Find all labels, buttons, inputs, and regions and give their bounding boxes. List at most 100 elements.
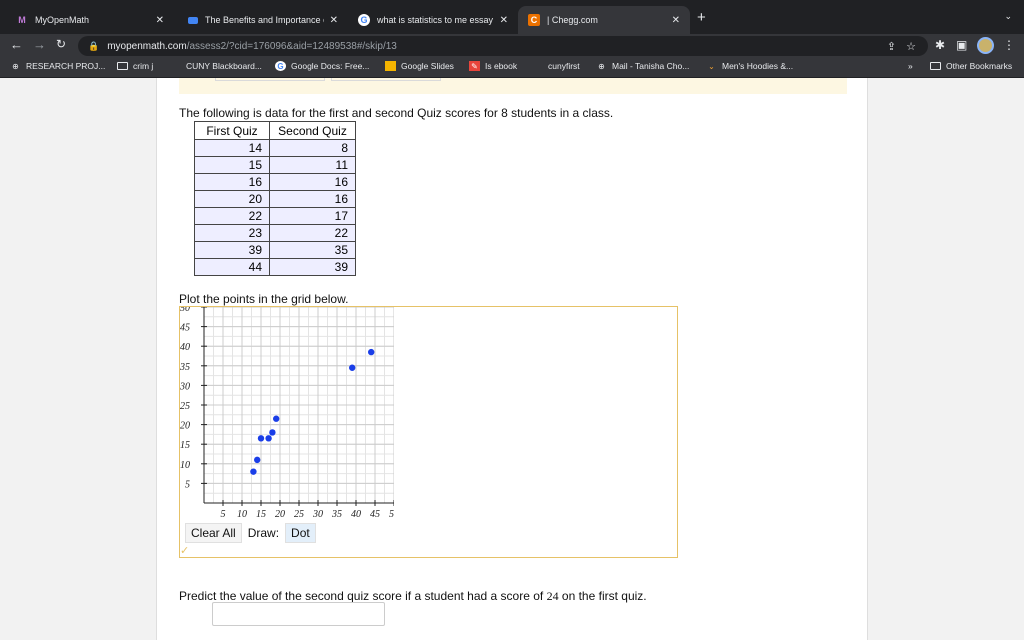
bookmark-label: Men's Hoodies &... [722,61,794,71]
bookmark-slides[interactable]: Google Slides [385,61,454,71]
table-cell: 39 [194,241,270,259]
x-tick-label: 5 [221,509,226,519]
sidebar-icon[interactable]: ▣ [956,38,967,52]
table-row: 16 16 [194,173,356,191]
bookmark-other[interactable]: Other Bookmarks [930,61,1012,71]
menu-icon[interactable]: ⋮ [1003,38,1015,52]
pencil-icon: ✎ [469,61,480,71]
data-point [269,429,276,436]
reload-icon[interactable]: ↻ [56,37,66,51]
y-tick-label: 35 [180,362,190,373]
bookmarks-overflow[interactable]: » [908,61,913,71]
bookmark-label: crim j [133,61,154,71]
y-tick-label: 5 [185,479,190,490]
close-icon[interactable]: ✕ [156,15,164,26]
table-row: 44 39 [194,258,356,276]
bookmark-research[interactable]: ⊕ RESEARCH PROJ... [10,61,105,71]
close-icon[interactable]: ✕ [330,15,338,26]
close-icon[interactable]: ✕ [500,15,508,26]
data-point [254,456,261,464]
table-row: 15 11 [194,156,356,174]
bookmark-label: CUNY Blackboard... [186,61,262,71]
y-tick-label: 25 [180,401,190,412]
globe-icon: ⊕ [598,61,605,71]
tab-chegg[interactable]: C | Chegg.com ✕ [518,6,690,34]
back-icon[interactable]: ← [10,37,23,52]
table-cell: 22 [194,207,270,225]
data-point [368,348,375,356]
table-header-second-quiz: Second Quiz [269,121,356,140]
forward-icon[interactable]: → [33,37,46,52]
bookmark-ebook[interactable]: ✎ Is ebook [469,61,517,71]
data-point [349,364,356,371]
bookmark-crim[interactable]: crim j [117,61,153,71]
blackboard-icon [170,61,181,71]
slides-icon [188,16,198,24]
clear-all-button[interactable]: Clear All [185,523,242,543]
star-icon[interactable]: ☆ [906,40,916,53]
tab-benefits[interactable]: The Benefits and Importance o ✕ [178,6,348,34]
tab-title: MyOpenMath [35,15,90,25]
table-cell: 35 [269,241,356,259]
table-row: 23 22 [194,224,356,242]
url-path: /assess2/?cid=176096&aid=12489538#/skip/… [186,40,397,52]
notice-bar [179,78,847,94]
extensions-icon[interactable]: ✱ [935,38,945,52]
notice-box [215,78,325,81]
graph-controls: Clear All Draw: Dot [185,523,316,543]
address-bar[interactable]: 🔒 myopenmath.com/assess2/?cid=176096&aid… [78,36,928,56]
x-tick-label: 45 [370,509,380,519]
dot-tool-button[interactable]: Dot [285,523,316,543]
share-icon[interactable]: ⇪ [887,40,896,53]
table-cell: 14 [194,139,270,157]
table-cell: 20 [194,190,270,208]
y-tick-label: 10 [180,460,190,471]
bookmark-cuny[interactable]: CUNY Blackboard... [170,61,262,71]
avatar[interactable] [977,37,994,54]
globe-icon: ⊕ [12,61,19,71]
draw-label: Draw: [247,526,280,540]
predict-tail: on the first quiz. [561,589,647,603]
lock-icon: 🔒 [88,40,100,51]
scatter-plot-grid[interactable]: 5 10 15 20 25 30 35 40 45 50 5 10 15 20 25 30 35 40 45 50 [180,307,394,519]
tab-title: what is statistics to me essay [377,15,494,25]
table-cell: 16 [194,173,270,191]
data-point [257,435,265,442]
predict-text: Predict the value of the second quiz sco… [179,589,544,603]
hoodie-icon: ⌄ [708,61,715,71]
chegg-icon: C [528,14,540,26]
chevron-down-icon[interactable]: ⌄ [1004,11,1012,22]
table-cell: 16 [269,190,356,208]
x-tick-label: 25 [294,509,304,519]
google-icon: G [275,61,286,71]
bookmark-label: Mail - Tanisha Cho... [612,61,690,71]
x-tick-label: 50 [389,509,394,519]
bookmark-docs[interactable]: G Google Docs: Free... [275,61,369,71]
table-cell: 39 [269,258,356,276]
x-tick-label: 10 [237,509,247,519]
table-row: 14 8 [194,139,356,157]
myopenmath-icon: M [18,15,26,25]
new-tab-button[interactable]: + [697,9,706,26]
predict-value: 24 [546,589,559,603]
tab-statistics[interactable]: G what is statistics to me essay ✕ [348,6,518,34]
graph-answer-box: 5 10 15 20 25 30 35 40 45 50 5 10 15 20 25 30 35 40 45 50 C… [179,306,678,558]
question-panel: The following is data for the first and … [156,78,868,640]
close-icon[interactable]: ✕ [672,15,680,26]
folder-icon [117,62,128,70]
bookmark-hoodies[interactable]: ⌄ Men's Hoodies &... [706,61,793,71]
bookmark-cunyfirst[interactable]: cunyfirst [532,61,580,71]
prediction-answer-input[interactable] [212,602,385,626]
y-tick-label: 50 [180,307,190,314]
tab-title: | Chegg.com [547,15,598,25]
y-tick-label: 30 [180,381,190,392]
data-point [265,435,272,442]
tab-myopenmath[interactable]: M MyOpenMath ✕ [6,6,174,34]
table-cell: 8 [269,139,356,157]
bookmark-mail[interactable]: ⊕ Mail - Tanisha Cho... [596,61,689,71]
data-point [250,468,257,475]
y-tick-label: 20 [180,421,190,432]
bookmarks-bar: ⊕ RESEARCH PROJ... crim j CUNY Blackboard… [0,58,1024,78]
browser-toolbar: ← → ↻ 🔒 myopenmath.com/assess2/?cid=1760… [0,34,1024,58]
table-cell: 44 [194,258,270,276]
